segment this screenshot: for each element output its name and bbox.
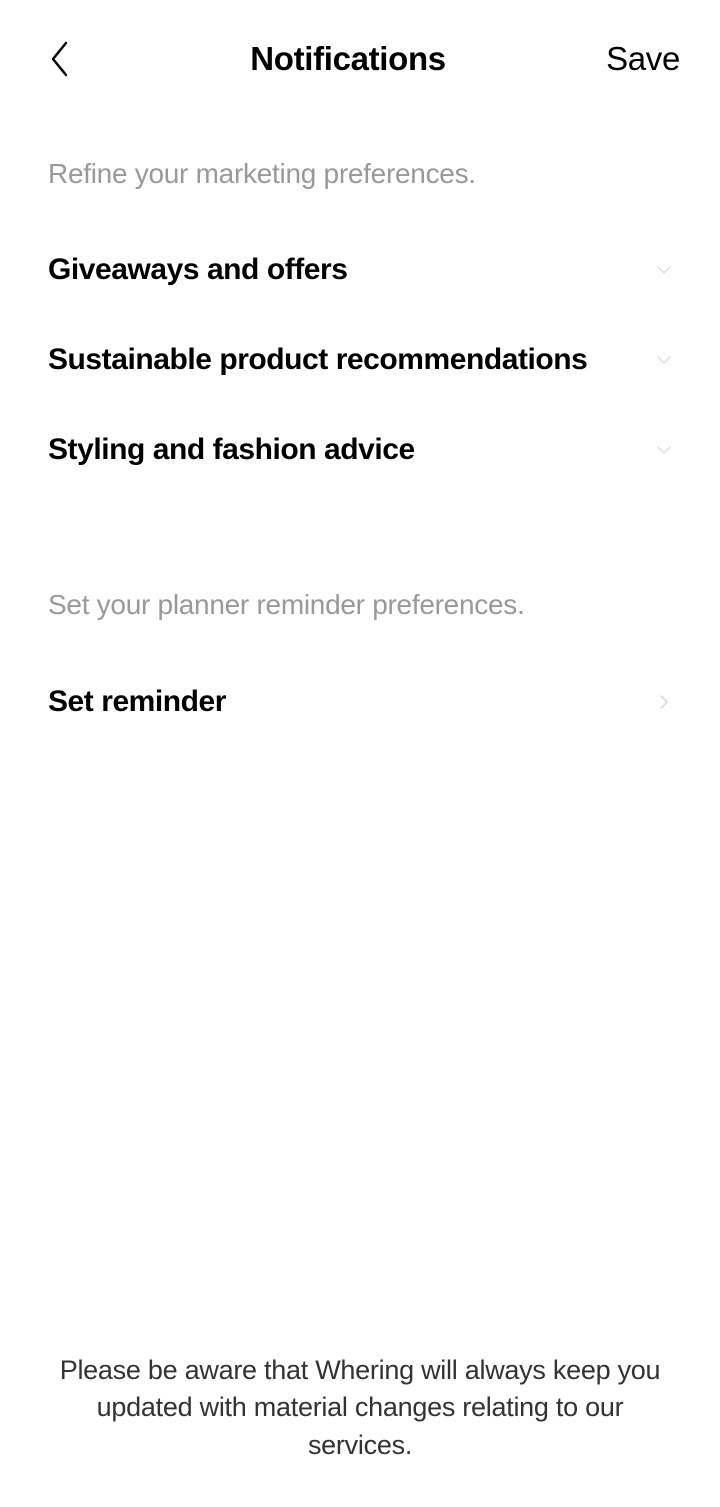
set-reminder-label: Set reminder	[48, 685, 226, 719]
save-button[interactable]: Save	[606, 40, 680, 78]
back-button[interactable]	[50, 39, 90, 79]
page-title: Notifications	[250, 40, 446, 78]
preference-sustainable-recommendations[interactable]: Sustainable product recommendations	[48, 315, 672, 405]
marketing-section-header: Refine your marketing preferences.	[48, 158, 672, 190]
footer: Please be aware that Whering will always…	[0, 1352, 720, 1507]
chevron-left-icon	[50, 39, 69, 79]
planner-section-header: Set your planner reminder preferences.	[48, 589, 672, 621]
preference-label: Giveaways and offers	[48, 253, 347, 287]
preference-styling-fashion[interactable]: Styling and fashion advice	[48, 405, 672, 495]
preference-label: Styling and fashion advice	[48, 433, 415, 467]
chevron-down-icon	[656, 442, 672, 458]
chevron-down-icon	[656, 352, 672, 368]
footer-notice: Please be aware that Whering will always…	[48, 1352, 672, 1465]
chevron-right-icon	[656, 694, 672, 710]
preference-giveaways-offers[interactable]: Giveaways and offers	[48, 225, 672, 315]
content: Refine your marketing preferences. Givea…	[0, 112, 720, 1352]
header: Notifications Save	[0, 0, 720, 112]
preference-label: Sustainable product recommendations	[48, 343, 587, 377]
chevron-down-icon	[656, 262, 672, 278]
set-reminder-row[interactable]: Set reminder	[48, 657, 672, 747]
